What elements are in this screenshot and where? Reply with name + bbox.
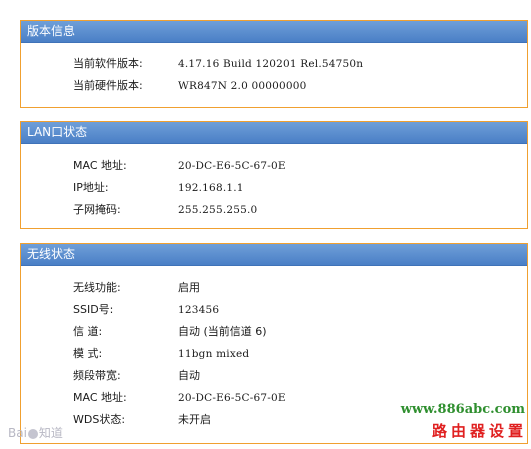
- software-version-row: 当前软件版本: 4.17.16 Build 120201 Rel.54750n: [21, 55, 527, 73]
- lan-mac-value: 20-DC-E6-5C-67-0E: [178, 160, 286, 172]
- site-watermark-url: www.886abc.com: [398, 402, 527, 417]
- wireless-function-value: 启用: [178, 281, 200, 294]
- baidu-watermark: Bai 知道: [8, 424, 63, 441]
- ssid-label: SSID号:: [73, 303, 114, 316]
- baidu-watermark-prefix: Bai: [8, 426, 27, 440]
- wds-status-value: 未开启: [178, 413, 211, 426]
- wireless-mac-value: 20-DC-E6-5C-67-0E: [178, 392, 286, 404]
- wireless-mac-label: MAC 地址:: [73, 391, 127, 404]
- lan-ip-value: 192.168.1.1: [178, 182, 244, 194]
- mode-value: 11bgn mixed: [178, 348, 250, 360]
- channel-row: 信 道: 自动 (当前信道 6): [21, 323, 527, 341]
- site-watermark: www.886abc.com 路由器设置: [398, 402, 527, 441]
- wds-status-label: WDS状态:: [73, 413, 126, 426]
- hardware-version-value: WR847N 2.0 00000000: [178, 80, 307, 92]
- software-version-label: 当前软件版本:: [73, 57, 143, 70]
- lan-mac-row: MAC 地址: 20-DC-E6-5C-67-0E: [21, 157, 527, 175]
- version-info-panel: 版本信息 当前软件版本: 4.17.16 Build 120201 Rel.54…: [20, 20, 528, 108]
- wireless-function-row: 无线功能: 启用: [21, 279, 527, 297]
- ssid-value: 123456: [178, 304, 220, 316]
- lan-ip-label: IP地址:: [73, 181, 109, 194]
- lan-ip-row: IP地址: 192.168.1.1: [21, 179, 527, 197]
- lan-status-panel: LAN口状态 MAC 地址: 20-DC-E6-5C-67-0E IP地址: 1…: [20, 121, 528, 229]
- mode-label: 模 式:: [73, 347, 103, 360]
- lan-subnet-row: 子网掩码: 255.255.255.0: [21, 201, 527, 219]
- mode-row: 模 式: 11bgn mixed: [21, 345, 527, 363]
- bandwidth-label: 频段带宽:: [73, 369, 121, 382]
- software-version-value: 4.17.16 Build 120201 Rel.54750n: [178, 58, 364, 70]
- hardware-version-row: 当前硬件版本: WR847N 2.0 00000000: [21, 77, 527, 95]
- hardware-version-label: 当前硬件版本:: [73, 79, 143, 92]
- wireless-status-header: 无线状态: [21, 244, 527, 266]
- ssid-row: SSID号: 123456: [21, 301, 527, 319]
- site-watermark-name: 路由器设置: [431, 422, 527, 440]
- baidu-watermark-suffix: 知道: [38, 426, 63, 440]
- lan-mac-label: MAC 地址:: [73, 159, 127, 172]
- baidu-paw-icon: [27, 428, 38, 439]
- channel-value: 自动 (当前信道 6): [178, 325, 267, 338]
- bandwidth-value: 自动: [178, 369, 200, 382]
- version-info-header: 版本信息: [21, 21, 527, 43]
- lan-status-header: LAN口状态: [21, 122, 527, 144]
- lan-subnet-label: 子网掩码:: [73, 203, 121, 216]
- channel-label: 信 道:: [73, 325, 103, 338]
- wireless-function-label: 无线功能:: [73, 281, 121, 294]
- bandwidth-row: 频段带宽: 自动: [21, 367, 527, 385]
- lan-subnet-value: 255.255.255.0: [178, 204, 258, 216]
